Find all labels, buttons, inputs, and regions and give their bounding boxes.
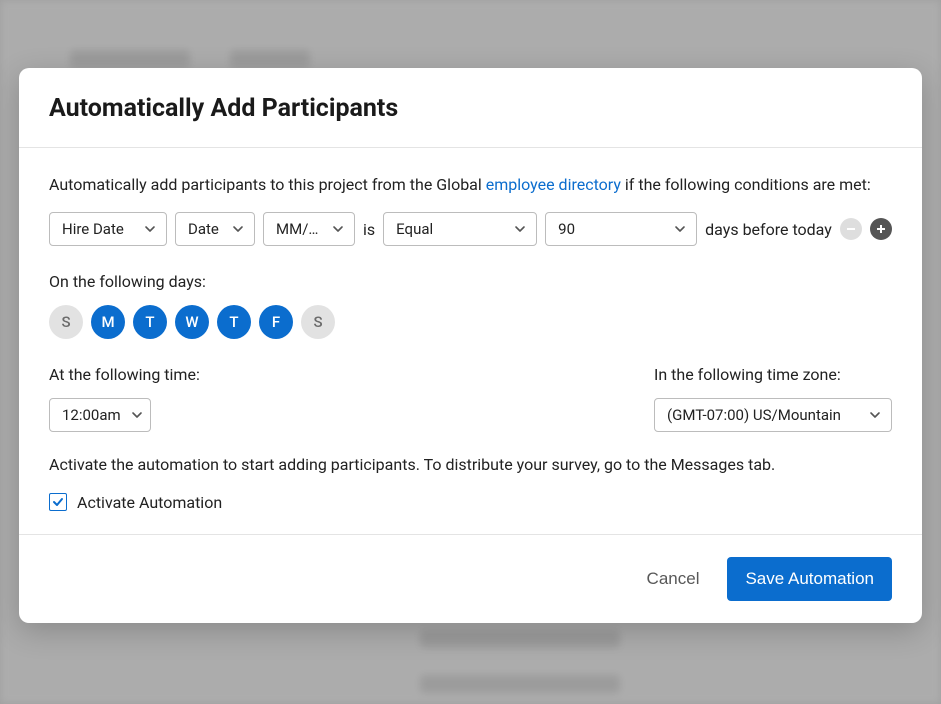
condition-suffix-text: days before today (705, 220, 832, 239)
condition-type-value: Date (188, 220, 219, 238)
modal-title: Automatically Add Participants (49, 94, 892, 123)
timezone-value: (GMT-07:00) US/Mountain (667, 406, 841, 424)
day-monday[interactable]: M (91, 305, 125, 339)
chevron-down-icon (332, 223, 344, 235)
timezone-section-label: In the following time zone: (654, 365, 892, 384)
activate-checkbox-label: Activate Automation (77, 493, 222, 512)
day-thursday[interactable]: T (217, 305, 251, 339)
day-label: T (229, 313, 238, 331)
chevron-down-icon (514, 223, 526, 235)
day-wednesday[interactable]: W (175, 305, 209, 339)
time-value: 12:00am (62, 406, 121, 424)
day-label: F (272, 313, 280, 331)
minus-icon (845, 223, 857, 235)
condition-field-value: Hire Date (62, 220, 124, 238)
day-label: S (313, 313, 322, 331)
time-column: At the following time: 12:00am (49, 365, 200, 432)
chevron-down-icon (232, 223, 244, 235)
activate-description: Activate the automation to start adding … (49, 454, 892, 476)
days-row: S M T W T F S (49, 305, 892, 339)
intro-prefix: Automatically add participants to this p… (49, 175, 486, 194)
day-label: M (101, 313, 114, 331)
day-tuesday[interactable]: T (133, 305, 167, 339)
cancel-button[interactable]: Cancel (647, 569, 700, 589)
condition-operator-value: Equal (396, 220, 433, 238)
chevron-down-icon (674, 223, 686, 235)
day-friday[interactable]: F (259, 305, 293, 339)
condition-format-select[interactable]: MM/… (263, 212, 355, 246)
modal-overlay: Automatically Add Participants Automatic… (0, 0, 941, 704)
timezone-column: In the following time zone: (GMT-07:00) … (654, 365, 892, 432)
chevron-down-icon (869, 409, 881, 421)
day-label: W (185, 313, 198, 331)
employee-directory-link[interactable]: employee directory (486, 175, 621, 194)
day-saturday[interactable]: S (301, 305, 335, 339)
time-section-label: At the following time: (49, 365, 200, 384)
day-sunday[interactable]: S (49, 305, 83, 339)
condition-type-select[interactable]: Date (175, 212, 255, 246)
remove-condition-button[interactable] (840, 218, 862, 240)
condition-value: 90 (558, 220, 575, 238)
modal-body: Automatically add participants to this p… (19, 148, 922, 534)
condition-operator-select[interactable]: Equal (383, 212, 537, 246)
condition-value-select[interactable]: 90 (545, 212, 697, 246)
checkmark-icon (51, 495, 65, 509)
timezone-select[interactable]: (GMT-07:00) US/Mountain (654, 398, 892, 432)
day-label: S (61, 313, 70, 331)
days-section-label: On the following days: (49, 272, 892, 291)
modal-dialog: Automatically Add Participants Automatic… (19, 68, 922, 623)
time-timezone-row: At the following time: 12:00am In the fo… (49, 365, 892, 432)
day-label: T (145, 313, 154, 331)
condition-format-value: MM/… (276, 220, 318, 238)
activate-automation-checkbox[interactable] (49, 493, 67, 511)
modal-footer: Cancel Save Automation (19, 534, 922, 623)
intro-text: Automatically add participants to this p… (49, 174, 892, 196)
time-select[interactable]: 12:00am (49, 398, 151, 432)
intro-suffix: if the following conditions are met: (621, 175, 871, 194)
save-automation-button[interactable]: Save Automation (727, 557, 892, 601)
activate-checkbox-row: Activate Automation (49, 493, 892, 512)
chevron-down-icon (144, 223, 156, 235)
chevron-down-icon (131, 409, 143, 421)
plus-icon (875, 223, 887, 235)
modal-header: Automatically Add Participants (19, 68, 922, 148)
condition-field-select[interactable]: Hire Date (49, 212, 167, 246)
condition-row: Hire Date Date MM/… is Equal 90 (49, 212, 892, 246)
condition-is-text: is (363, 220, 375, 239)
add-condition-button[interactable] (870, 218, 892, 240)
